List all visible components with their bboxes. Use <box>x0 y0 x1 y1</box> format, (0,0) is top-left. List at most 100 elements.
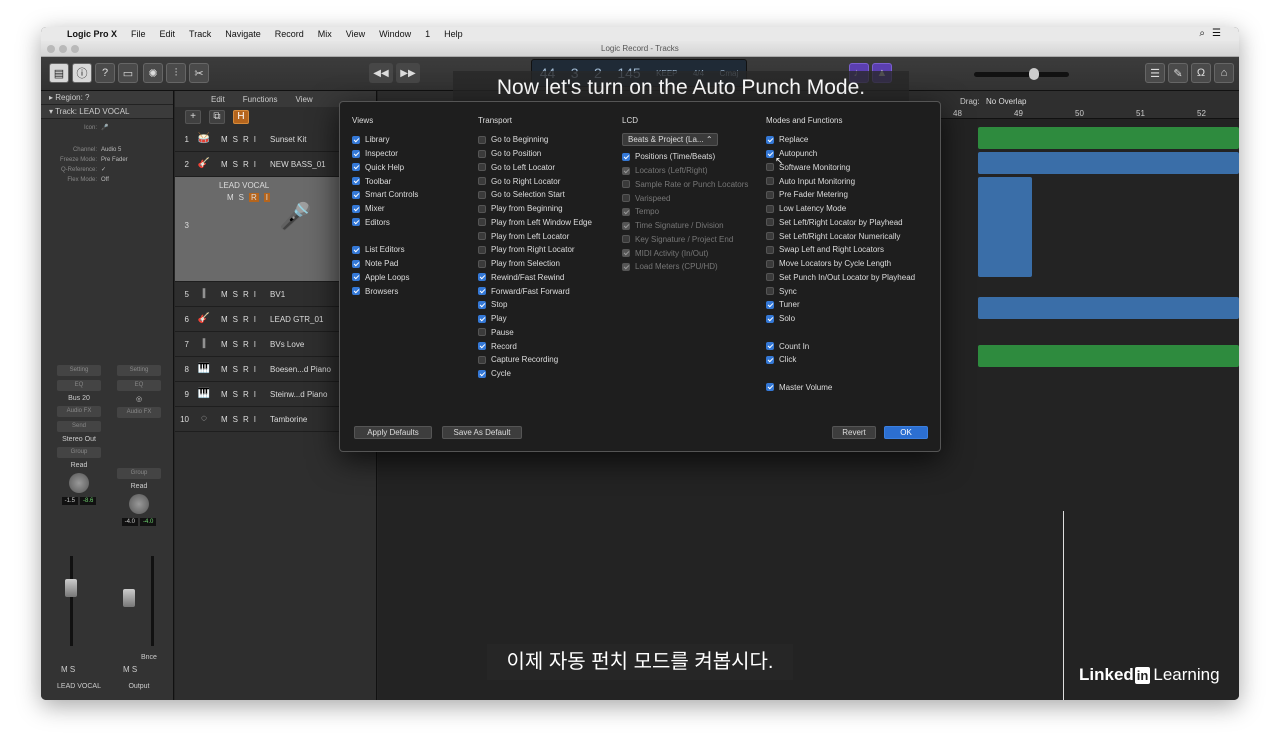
track-r-button[interactable]: R <box>249 193 259 202</box>
minimize-window-button[interactable] <box>59 45 67 53</box>
note-pad-button[interactable]: ✎ <box>1168 63 1188 83</box>
output-slot[interactable]: Stereo Out <box>51 436 107 443</box>
drag-mode-select[interactable]: No Overlap <box>986 97 1026 106</box>
audio-fx-slot[interactable]: Audio FX <box>117 407 161 418</box>
track-name[interactable]: BVs Love <box>270 340 304 349</box>
track-name[interactable]: BV1 <box>270 290 285 299</box>
checkbox[interactable] <box>766 204 774 213</box>
library-button[interactable]: ▤ <box>49 63 69 83</box>
bus-send[interactable]: Bus 20 <box>51 395 107 402</box>
mute-solo[interactable]: M S <box>123 665 137 674</box>
checkbox[interactable] <box>478 355 486 364</box>
track-i-button[interactable]: I <box>254 315 256 324</box>
option-row[interactable]: Forward/Fast Forward <box>478 284 592 298</box>
option-row[interactable]: Go to Left Locator <box>478 161 592 175</box>
checkbox[interactable] <box>622 180 630 189</box>
option-row[interactable]: Browsers <box>352 284 418 298</box>
option-row[interactable]: Key Signature / Project End <box>622 233 748 247</box>
option-row[interactable]: List Editors <box>352 243 418 257</box>
browsers-button[interactable]: ⌂ <box>1214 63 1234 83</box>
mute-solo[interactable]: M S <box>61 665 75 674</box>
option-row[interactable]: Master Volume <box>766 381 915 395</box>
option-row[interactable]: Time Signature / Division <box>622 219 748 233</box>
track-m-button[interactable]: M <box>221 340 228 349</box>
option-row[interactable]: Low Latency Mode <box>766 202 915 216</box>
checkbox[interactable] <box>766 300 774 309</box>
track-r-button[interactable]: R <box>243 160 249 169</box>
track-m-button[interactable]: M <box>221 365 228 374</box>
option-row[interactable]: Tuner <box>766 298 915 312</box>
option-row[interactable]: Sync <box>766 284 915 298</box>
option-row[interactable]: Toolbar <box>352 174 418 188</box>
track-r-button[interactable]: R <box>243 135 249 144</box>
checkbox[interactable] <box>478 149 486 158</box>
checkbox[interactable] <box>478 300 486 309</box>
option-row[interactable]: Inspector <box>352 147 418 161</box>
checkbox[interactable] <box>766 245 774 254</box>
menu-record[interactable]: Record <box>275 29 304 39</box>
track-name[interactable]: Sunset Kit <box>270 135 306 144</box>
option-row[interactable]: Go to Position <box>478 147 592 161</box>
checkbox[interactable] <box>478 369 486 378</box>
bounce-button[interactable]: Bnce <box>141 654 157 661</box>
hide-tracks-button[interactable]: H <box>233 110 249 124</box>
checkbox[interactable] <box>352 177 360 186</box>
option-row[interactable]: Record <box>478 339 592 353</box>
lcd-mode-select[interactable]: Beats & Project (La... ⌃ <box>622 133 718 146</box>
track-s-button[interactable]: S <box>233 340 238 349</box>
functions-menu[interactable]: Functions <box>243 95 278 104</box>
option-row[interactable]: Set Left/Right Locator by Playhead <box>766 216 915 230</box>
track-s-button[interactable]: S <box>233 415 238 424</box>
option-row[interactable]: Play from Beginning <box>478 202 592 216</box>
rewind-button[interactable]: ◀◀ <box>369 63 393 83</box>
menu-navigate[interactable]: Navigate <box>225 29 261 39</box>
checkbox[interactable] <box>478 328 486 337</box>
checkbox[interactable] <box>352 135 360 144</box>
apply-defaults-button[interactable]: Apply Defaults <box>354 426 432 439</box>
track-name[interactable]: LEAD GTR_01 <box>270 315 323 324</box>
toolbar-button[interactable]: ▭ <box>118 63 138 83</box>
automation-mode[interactable]: Read <box>51 462 107 469</box>
option-row[interactable]: Set Punch In/Out Locator by Playhead <box>766 271 915 285</box>
checkbox[interactable] <box>478 204 486 213</box>
track-name[interactable]: Tamborine <box>270 415 307 424</box>
balance-knob[interactable] <box>129 494 149 514</box>
track-name[interactable]: NEW BASS_01 <box>270 160 326 169</box>
option-row[interactable]: MIDI Activity (In/Out) <box>622 246 748 260</box>
audio-fx-slot[interactable]: Audio FX <box>57 406 101 417</box>
checkbox[interactable] <box>622 235 630 244</box>
volume-fader-cap[interactable] <box>65 579 77 597</box>
option-row[interactable]: Apple Loops <box>352 271 418 285</box>
option-row[interactable]: Click <box>766 353 915 367</box>
send-slot[interactable]: Send <box>57 421 101 432</box>
volume-fader-track[interactable] <box>70 556 73 646</box>
track-inspector-header[interactable]: ▾ Track: LEAD VOCAL <box>41 105 173 119</box>
track-i-button[interactable]: I <box>254 135 256 144</box>
track-r-button[interactable]: R <box>243 290 249 299</box>
option-row[interactable]: Play from Left Locator <box>478 229 592 243</box>
track-i-button[interactable]: I <box>254 160 256 169</box>
checkbox[interactable] <box>478 259 486 268</box>
menu-file[interactable]: File <box>131 29 146 39</box>
track-r-button[interactable]: R <box>243 415 249 424</box>
track-name[interactable]: Boesen...d Piano <box>270 365 331 374</box>
option-row[interactable]: Auto Input Monitoring <box>766 174 915 188</box>
track-i-button[interactable]: I <box>254 290 256 299</box>
link-icon[interactable]: ◎ <box>111 395 167 403</box>
track-s-button[interactable]: S <box>239 193 244 202</box>
eq-button[interactable]: EQ <box>117 380 161 391</box>
group-slot[interactable]: Group <box>57 447 101 458</box>
edit-menu[interactable]: Edit <box>211 95 225 104</box>
automation-mode[interactable]: Read <box>111 483 167 490</box>
track-i-button[interactable]: I <box>254 390 256 399</box>
track-i-button[interactable]: I <box>263 193 271 202</box>
pan-knob[interactable] <box>69 473 89 493</box>
checkbox[interactable] <box>478 163 486 172</box>
track-i-button[interactable]: I <box>254 415 256 424</box>
checkbox[interactable] <box>766 163 774 172</box>
volume-fader-cap[interactable] <box>123 589 135 607</box>
track-m-button[interactable]: M <box>221 160 228 169</box>
menu-edit[interactable]: Edit <box>160 29 176 39</box>
checkbox[interactable] <box>478 177 486 186</box>
checkbox[interactable] <box>352 218 360 227</box>
